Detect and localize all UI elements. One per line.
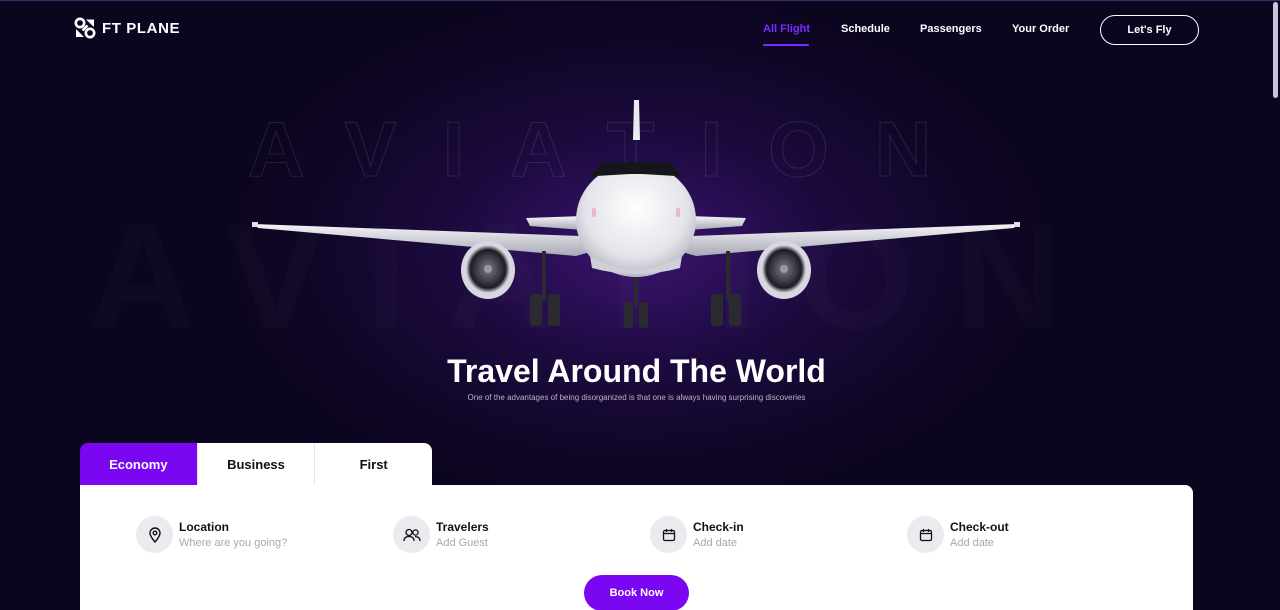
tab-business[interactable]: Business	[197, 443, 316, 485]
travelers-field[interactable]: Travelers Add Guest	[393, 516, 489, 553]
check-in-label: Check-in	[693, 520, 744, 534]
brand-name: FT PLANE	[102, 19, 181, 37]
airplane-illustration	[252, 100, 1020, 328]
check-in-field[interactable]: Check-in Add date	[650, 516, 744, 553]
top-border	[0, 0, 1280, 1]
scrollbar-thumb[interactable]	[1273, 2, 1278, 98]
location-label: Location	[179, 520, 229, 534]
nav-item-your-order[interactable]: Your Order	[1012, 23, 1069, 35]
users-icon	[393, 516, 430, 553]
lets-fly-button[interactable]: Let's Fly	[1100, 15, 1199, 45]
tab-economy[interactable]: Economy	[80, 443, 198, 485]
book-now-button[interactable]: Book Now	[584, 575, 689, 610]
nav-item-all-flight[interactable]: All Flight	[763, 23, 810, 35]
map-pin-icon	[136, 516, 173, 553]
brand-logo-icon	[74, 17, 96, 39]
travelers-placeholder: Add Guest	[436, 537, 488, 549]
check-out-placeholder: Add date	[950, 537, 995, 549]
check-out-field[interactable]: Check-out Add date	[907, 516, 1009, 553]
tab-first[interactable]: First	[315, 443, 432, 485]
location-placeholder: Where are you going?	[179, 537, 288, 549]
hero-subtitle: One of the advantages of being disorgani…	[467, 393, 806, 402]
check-in-placeholder: Add date	[693, 537, 738, 549]
nav-item-schedule[interactable]: Schedule	[841, 23, 890, 35]
nav-active-indicator	[763, 44, 809, 46]
location-field[interactable]: Location Where are you going?	[136, 516, 287, 553]
calendar-icon	[907, 516, 944, 553]
nav-item-passengers[interactable]: Passengers	[920, 23, 982, 35]
class-tabs: Economy Business First	[80, 443, 432, 485]
calendar-icon	[650, 516, 687, 553]
travelers-label: Travelers	[436, 520, 489, 534]
check-out-label: Check-out	[950, 520, 1009, 534]
brand-logo[interactable]: FT PLANE	[74, 17, 180, 39]
hero-title: Travel Around The World	[447, 353, 826, 389]
